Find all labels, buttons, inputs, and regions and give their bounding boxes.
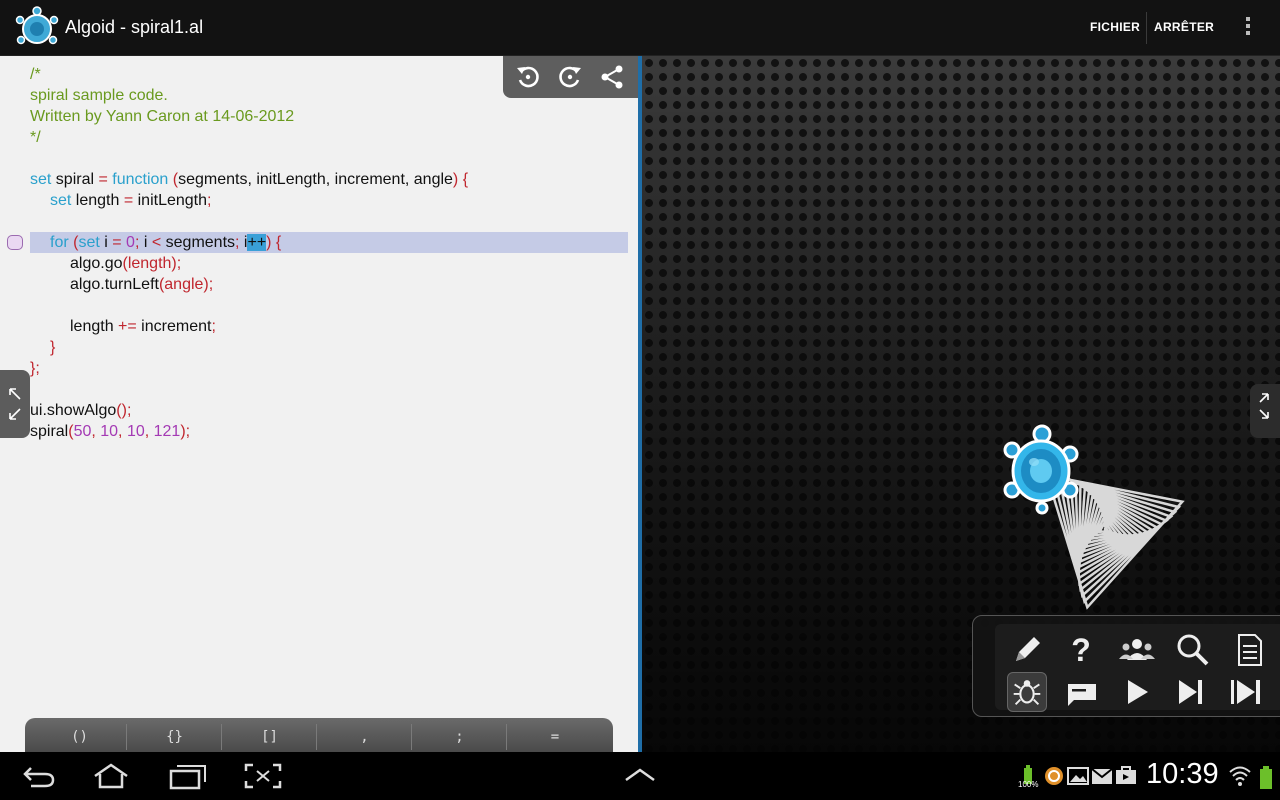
drawing-canvas[interactable]: ? <box>642 56 1280 752</box>
collapse-arrows-icon <box>9 388 21 420</box>
undo-icon[interactable] <box>514 63 542 91</box>
redo-icon[interactable] <box>556 63 584 91</box>
key-equals[interactable]: = <box>508 724 602 750</box>
code-line-18: spiral(50, 10, 10, 121); <box>30 423 191 440</box>
console-icon[interactable] <box>1061 672 1101 712</box>
key-parentheses[interactable]: () <box>33 724 127 750</box>
recent-apps-icon[interactable] <box>168 762 208 790</box>
code-line-9: for (set i = 0; i < segments; i++) { <box>50 234 282 251</box>
turtle-sprite <box>1003 424 1079 515</box>
svg-text:?: ? <box>1071 632 1091 668</box>
overflow-menu-icon[interactable] <box>1238 14 1258 42</box>
battery-percentage: 100% <box>1018 780 1039 789</box>
up-chevron-icon[interactable] <box>620 762 660 790</box>
breakpoint-marker[interactable] <box>7 235 23 250</box>
code-line-10: algo.go(length); <box>70 255 182 272</box>
key-comma[interactable]: , <box>318 724 412 750</box>
search-icon[interactable] <box>1173 630 1213 670</box>
app-title: Algoid - spiral1.al <box>65 17 204 37</box>
file-menu-button[interactable]: FICHIER <box>1090 20 1140 34</box>
code-line-14: } <box>50 339 56 356</box>
step-icon[interactable] <box>1171 672 1211 712</box>
screenshot-icon[interactable] <box>243 762 283 790</box>
code-line-3: Written by Yann Caron at 14-06-2012 <box>30 108 295 125</box>
clock: 10:39 <box>1146 758 1219 790</box>
code-line-7: set length = initLength; <box>50 192 212 209</box>
wifi-battery-icons <box>1229 766 1272 789</box>
code-line-1: /* <box>30 66 41 83</box>
action-separator <box>1146 12 1147 44</box>
community-icon[interactable] <box>1117 630 1157 670</box>
expand-arrows-icon <box>1259 393 1269 419</box>
pencil-icon[interactable] <box>1007 630 1047 670</box>
code-line-4: */ <box>30 129 41 146</box>
home-icon[interactable] <box>91 762 131 790</box>
tool-palette: ? <box>972 615 1280 717</box>
system-navigation-bar: 100% <box>0 752 1280 800</box>
expand-canvas-handle[interactable] <box>1250 384 1280 438</box>
document-icon[interactable] <box>1229 630 1269 670</box>
turtle-logo-icon[interactable] <box>14 6 60 52</box>
code-line-6: set spiral = function (segments, initLen… <box>30 171 469 188</box>
debug-bug-icon[interactable] <box>1007 672 1047 712</box>
stop-button[interactable]: ARRÊTER <box>1154 20 1214 34</box>
key-braces[interactable]: {} <box>128 724 222 750</box>
code-line-17: ui.showAlgo(); <box>30 402 132 419</box>
code-editor[interactable]: /* spiral sample code. Written by Yann C… <box>0 56 638 752</box>
action-bar: Algoid - spiral1.al FICHIER ARRÊTER <box>0 0 1280 56</box>
collapse-editor-handle[interactable] <box>0 370 30 438</box>
code-line-11: algo.turnLeft(angle); <box>70 276 214 293</box>
code-line-2: spiral sample code. <box>30 87 168 104</box>
code-line-13: length += increment; <box>70 318 216 335</box>
help-icon[interactable]: ? <box>1061 630 1101 670</box>
back-icon[interactable] <box>19 762 59 790</box>
key-brackets[interactable]: [] <box>223 724 317 750</box>
symbol-keyboard: () {} [] , ; = <box>25 718 613 752</box>
key-semicolon[interactable]: ; <box>413 724 507 750</box>
editor-toolbar <box>503 56 638 98</box>
play-icon[interactable] <box>1117 672 1157 712</box>
step-end-icon[interactable] <box>1225 672 1265 712</box>
share-icon[interactable] <box>598 63 626 91</box>
code-line-15: }; <box>30 360 40 377</box>
text-selection: ++ <box>247 234 267 251</box>
